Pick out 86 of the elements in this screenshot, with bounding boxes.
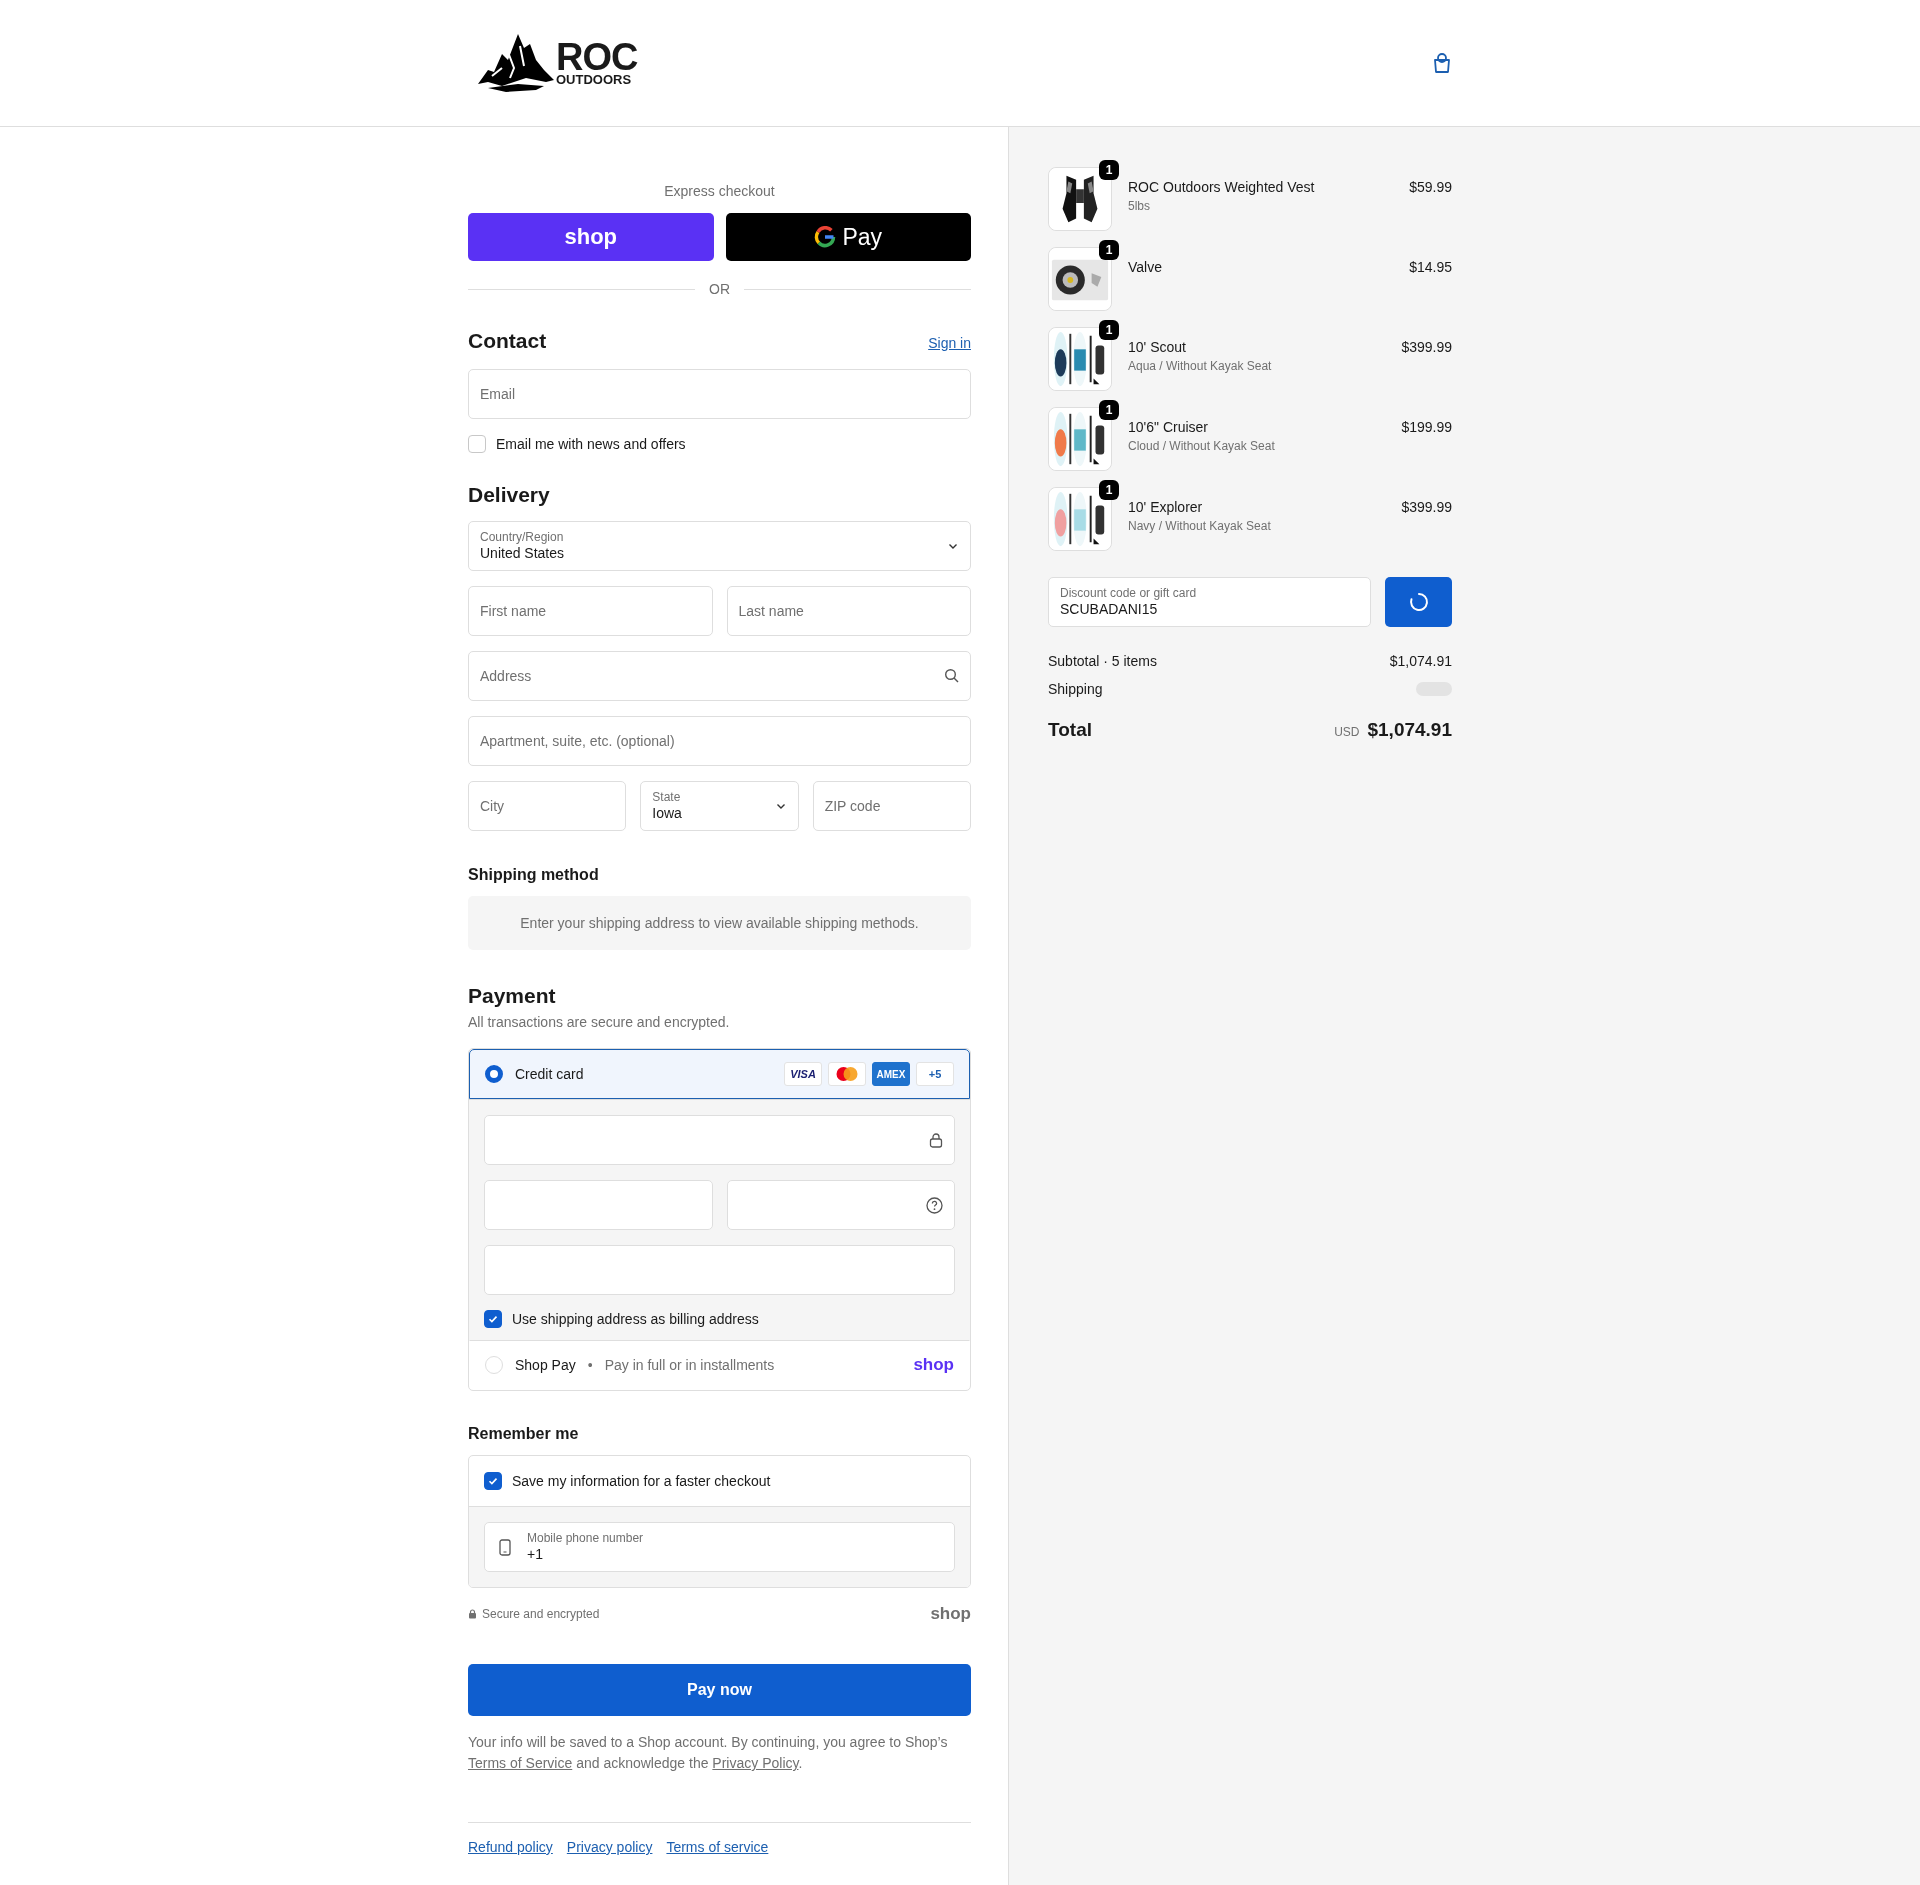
payment-option[interactable]: Shop Pay • Pay in full or in installments shop <box>469 1340 970 1390</box>
more-cards-badge: +5 <box>916 1062 954 1086</box>
product-price: $399.99 <box>1401 338 1452 355</box>
email-field[interactable]: Email <box>468 369 971 419</box>
quantity-badge: 1 <box>1099 320 1119 340</box>
divider-label: OR <box>709 281 730 297</box>
footer-link[interactable]: Privacy policy <box>566 1839 653 1855</box>
subtotal-label: Subtotal · 5 items <box>1048 653 1157 669</box>
mountain-icon <box>478 32 554 94</box>
discount-field[interactable]: Discount code or gift card SCUBADANI15 <box>1048 577 1371 627</box>
product-variant: Cloud / Without Kayak Seat <box>1128 439 1276 453</box>
product-name: 10' Explorer <box>1128 499 1204 515</box>
product-name: 10'6" Cruiser <box>1128 419 1209 435</box>
phone-icon <box>499 1538 511 1556</box>
subtotal-value: $1,074.91 <box>1389 653 1452 669</box>
product-name: 10' Scout <box>1128 339 1187 355</box>
pay-now-button[interactable]: Pay now <box>468 1664 971 1716</box>
checkmark-icon <box>487 1475 499 1487</box>
sign-in-link[interactable]: Sign in <box>928 335 971 351</box>
text-field[interactable]: City <box>468 781 627 831</box>
quantity-badge: 1 <box>1099 160 1119 180</box>
secure-note: Secure and encrypted <box>482 1607 600 1621</box>
checkmark-icon <box>487 1313 499 1325</box>
shipping-notice: Enter your shipping address to view available shipping methods. <box>468 896 971 950</box>
payment-option[interactable]: Credit card VISA AMEX +5 <box>469 1049 970 1099</box>
product-price: $399.99 <box>1401 498 1452 515</box>
quantity-badge: 1 <box>1099 240 1119 260</box>
product-price: $199.99 <box>1401 418 1452 435</box>
visa-badge: VISA <box>784 1062 822 1086</box>
shipping-label: Shipping <box>1048 681 1103 697</box>
shopping-bag-icon[interactable] <box>1432 52 1452 74</box>
card-field[interactable] <box>484 1245 955 1295</box>
checkbox-label: Save my information for a faster checkout <box>512 1473 771 1489</box>
amex-badge: AMEX <box>872 1062 910 1086</box>
checkbox-label: Use shipping address as billing address <box>512 1311 759 1327</box>
section-title: Delivery <box>468 483 551 507</box>
product-variant: Aqua / Without Kayak Seat <box>1128 359 1273 373</box>
google-pay-button[interactable]: Pay <box>725 213 971 261</box>
lock-icon <box>929 1132 943 1148</box>
radio-button[interactable] <box>485 1065 503 1083</box>
logo-text: ROC OUTDOORS <box>556 40 638 86</box>
section-subtitle: All transactions are secure and encrypted. <box>468 1014 731 1030</box>
search-field[interactable]: Address <box>468 651 971 701</box>
spinner-icon <box>1408 592 1429 612</box>
product-name: ROC Outdoors Weighted Vest <box>1128 179 1316 195</box>
product-variant: Navy / Without Kayak Seat <box>1128 519 1272 533</box>
select-field[interactable]: State Iowa <box>640 781 799 831</box>
checkbox-label: Email me with news and offers <box>496 436 686 452</box>
total-value: $1,074.91 <box>1367 719 1452 741</box>
search-icon <box>944 668 959 683</box>
consent-text: Your info will be saved to a Shop account. By continuing, you agree to Shop’s Terms of Service and acknowledge the Privacy Policy. <box>468 1733 949 1773</box>
product-price: $59.99 <box>1409 178 1452 195</box>
shop-logo: shop <box>930 1604 971 1624</box>
quantity-badge: 1 <box>1099 480 1119 500</box>
text-field[interactable]: Last name <box>726 586 971 636</box>
text-field[interactable]: First name <box>468 586 713 636</box>
checkbox[interactable] <box>484 1472 502 1490</box>
product-price: $14.95 <box>1409 258 1452 275</box>
help-icon[interactable] <box>926 1196 943 1214</box>
currency-code: USD <box>1334 725 1360 739</box>
footer-link[interactable]: Terms of service <box>666 1839 769 1855</box>
checkbox[interactable] <box>484 1310 502 1328</box>
section-title: Remember me <box>468 1425 580 1443</box>
product-name: Valve <box>1128 259 1163 275</box>
product-variant: 5lbs <box>1128 199 1151 213</box>
text-field[interactable]: ZIP code <box>812 781 971 831</box>
total-label: Total <box>1048 719 1092 741</box>
card-field[interactable] <box>484 1115 955 1165</box>
quantity-badge: 1 <box>1099 400 1119 420</box>
colored-ring-icon <box>814 226 837 248</box>
policy-link[interactable]: Terms of Service <box>468 1755 573 1771</box>
footer-link[interactable]: Refund policy <box>468 1839 553 1855</box>
text-field[interactable]: Apartment, suite, etc. (optional) <box>468 716 971 766</box>
apply-button[interactable] <box>1385 577 1452 627</box>
section-title: Payment <box>468 984 557 1008</box>
mastercard-badge <box>828 1062 866 1086</box>
phone-field[interactable]: Mobile phone number +1 <box>484 1522 955 1572</box>
shop-pay-button[interactable]: shop <box>468 213 714 261</box>
lock-icon <box>468 1609 477 1619</box>
card-field[interactable] <box>726 1180 955 1230</box>
select-field[interactable]: Country/Region United States <box>468 521 971 571</box>
card-field[interactable] <box>484 1180 713 1230</box>
section-title: Contact <box>468 329 547 353</box>
checkbox[interactable] <box>468 435 486 453</box>
section-title: Shipping method <box>468 866 600 884</box>
section-label: Express checkout <box>663 183 776 199</box>
